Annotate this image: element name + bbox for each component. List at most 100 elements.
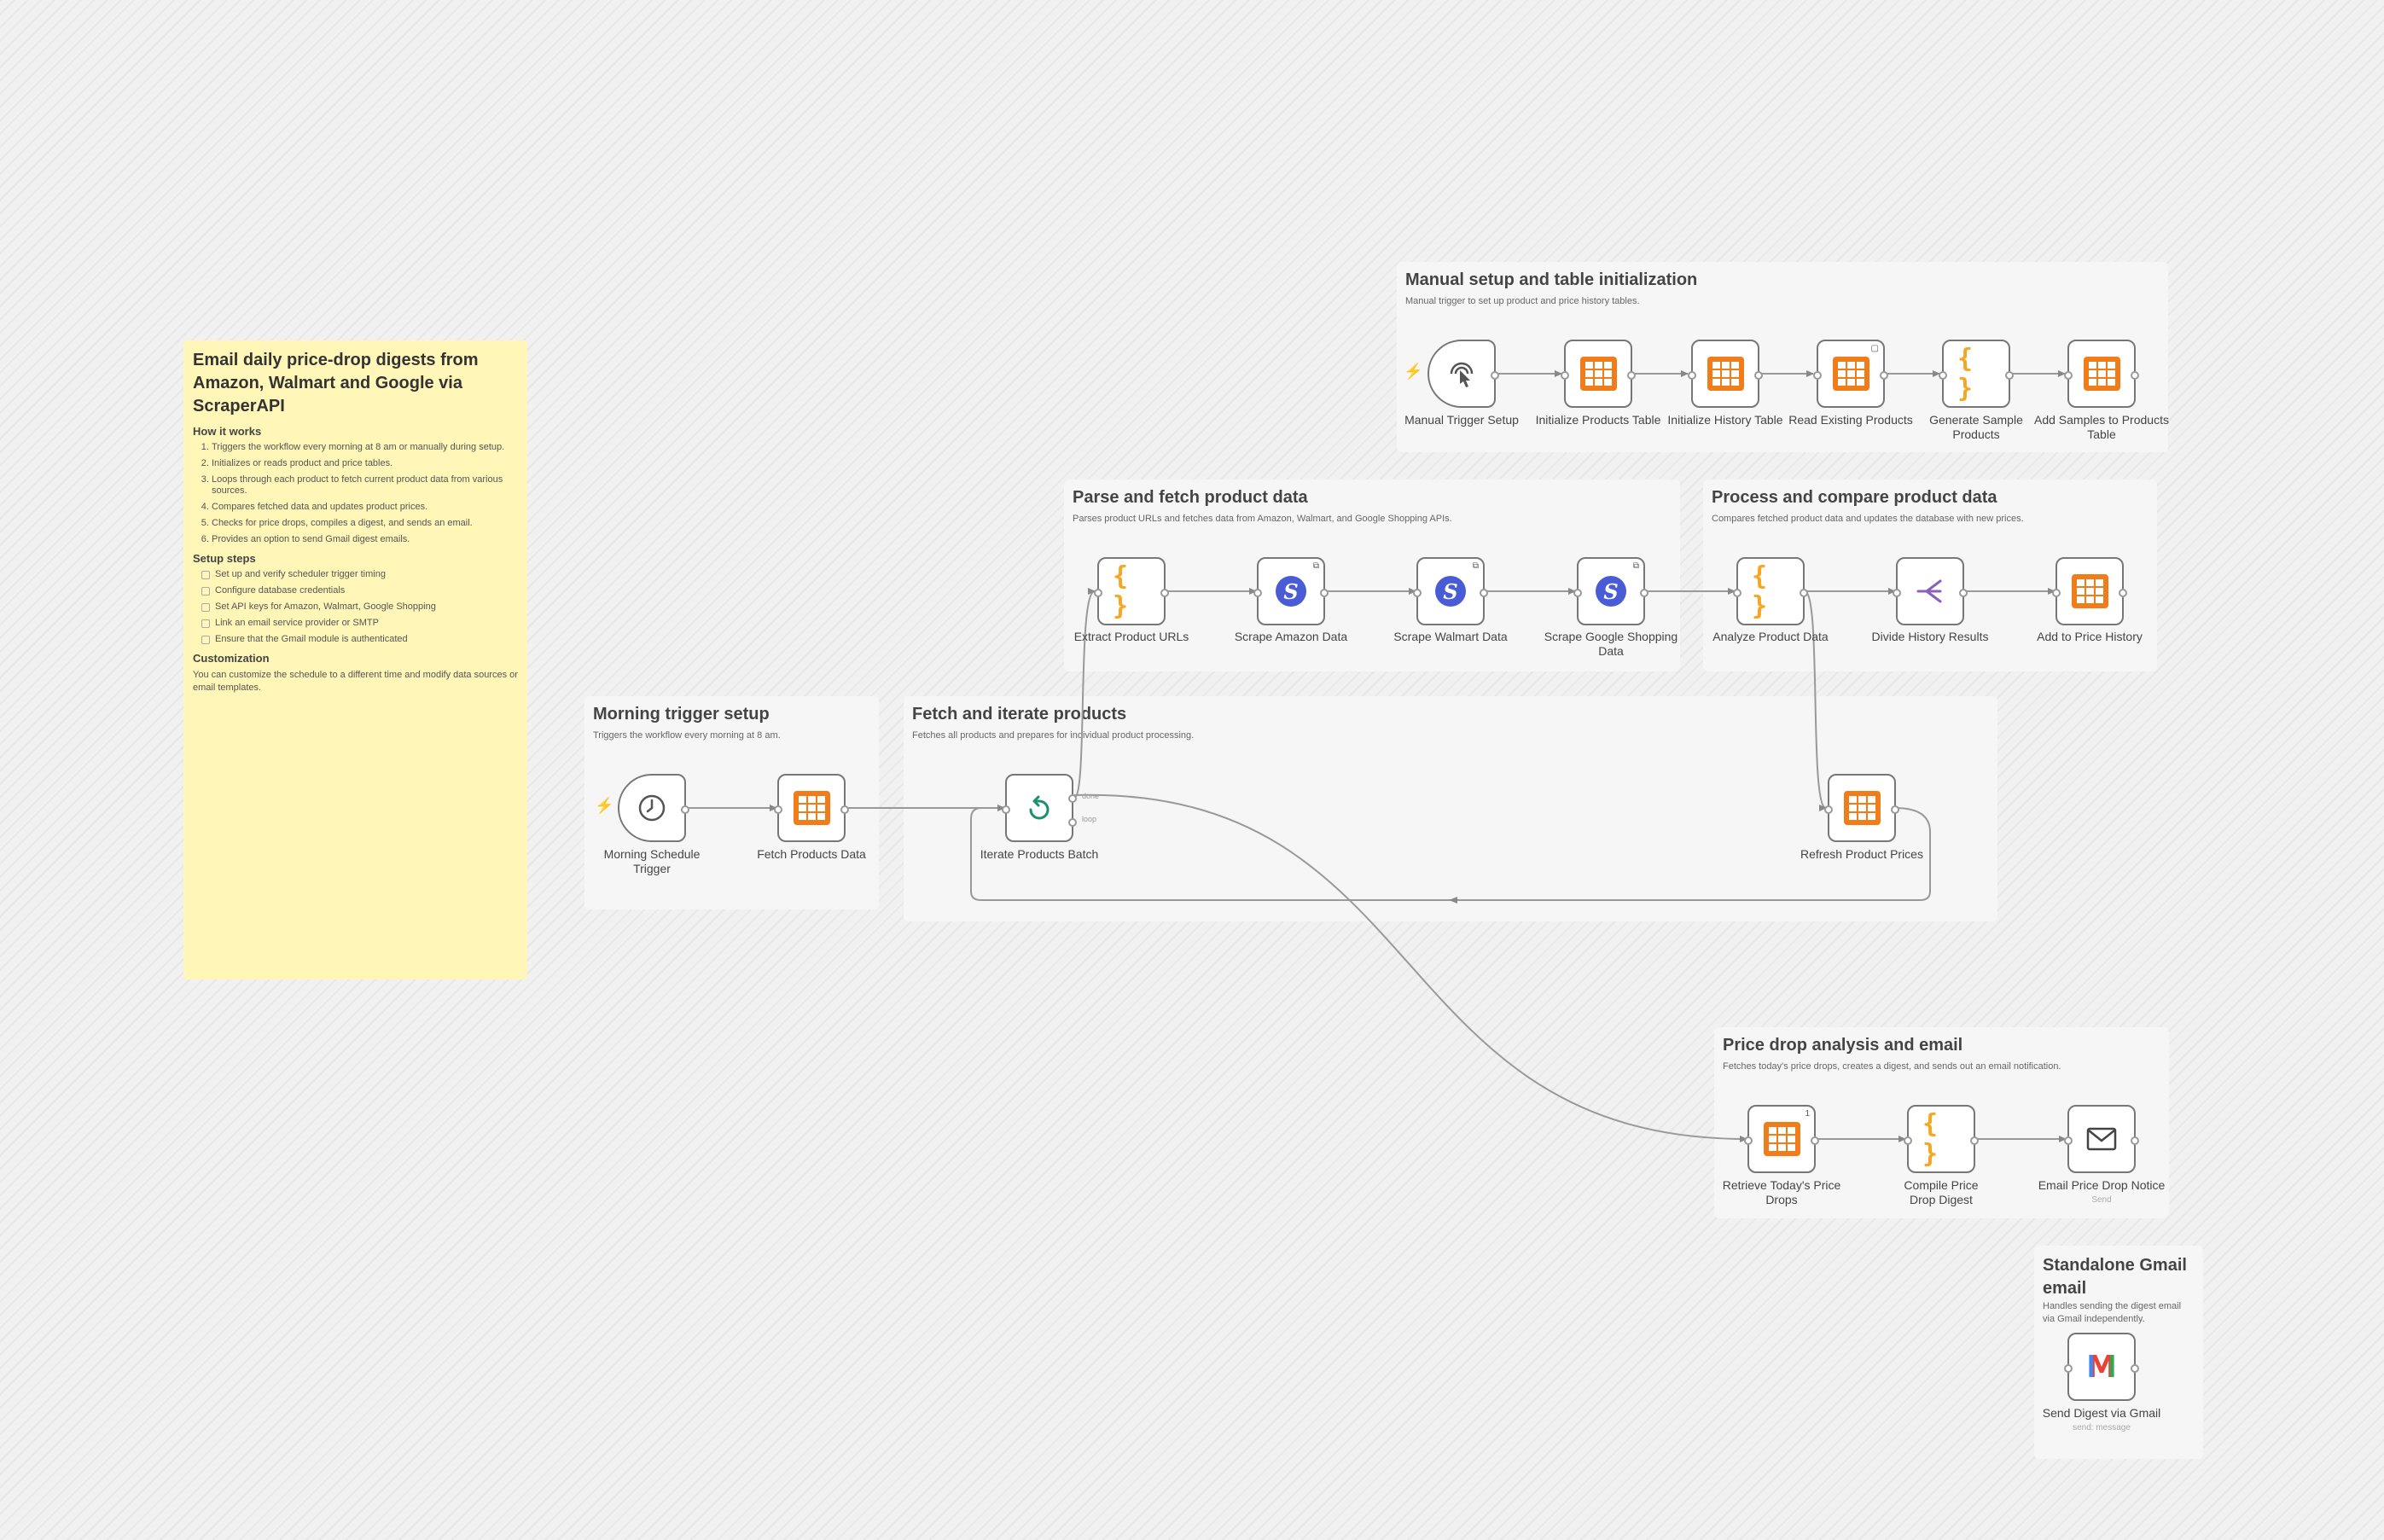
node-analyze-product-data[interactable]: { } <box>1733 557 1808 625</box>
loop-port-label: loop <box>1082 815 1097 823</box>
input-port[interactable] <box>1893 589 1901 597</box>
checklist-item[interactable]: Ensure that the Gmail module is authenti… <box>201 634 518 645</box>
code-icon: { } <box>1922 1109 1938 1169</box>
node-label: Scrape Google Shopping Data <box>1544 630 1678 658</box>
table-icon <box>1579 355 1617 392</box>
trigger-bolt-icon: ⚡ <box>1404 363 1423 380</box>
output-port[interactable] <box>1640 589 1648 597</box>
node-morning-schedule-trigger[interactable] <box>618 774 689 842</box>
list-item: Compares fetched data and updates produc… <box>212 502 518 513</box>
input-port[interactable] <box>1688 371 1696 380</box>
node-scrape-walmart-data[interactable]: S ⧉ <box>1413 557 1488 625</box>
output-port[interactable] <box>2131 371 2139 380</box>
output-port[interactable] <box>2119 589 2127 597</box>
table-icon <box>2071 572 2108 610</box>
input-port[interactable] <box>1413 589 1422 597</box>
input-port[interactable] <box>1744 1136 1753 1145</box>
output-port[interactable] <box>1491 371 1499 380</box>
node-retrieve-todays-price-drops[interactable]: 1 <box>1744 1105 1819 1173</box>
checkbox-icon[interactable] <box>201 571 210 579</box>
checkbox-icon[interactable] <box>201 619 210 628</box>
checklist-text: Link an email service provider or SMTP <box>215 618 379 628</box>
node-label: Analyze Product Data <box>1712 630 1829 643</box>
output-port[interactable] <box>1959 589 1968 597</box>
output-port[interactable] <box>1811 1136 1819 1145</box>
node-manual-trigger-setup[interactable] <box>1427 340 1499 408</box>
input-port[interactable] <box>1733 589 1741 597</box>
input-port[interactable] <box>2064 1136 2073 1145</box>
group-description: Fetches all products and prepares for in… <box>912 730 1195 741</box>
node-extract-product-urls[interactable]: { } <box>1094 557 1169 625</box>
input-port[interactable] <box>1904 1136 1912 1145</box>
output-port[interactable] <box>2131 1364 2139 1373</box>
checkbox-icon[interactable] <box>201 636 210 644</box>
node-add-samples-to-products-table[interactable] <box>2064 340 2139 408</box>
table-icon <box>1843 789 1881 827</box>
node-initialize-products-table[interactable] <box>1561 340 1636 408</box>
table-icon <box>1832 355 1869 392</box>
node-fetch-products-data[interactable] <box>774 774 849 842</box>
node-read-existing-products[interactable]: ▢ <box>1813 340 1888 408</box>
group-description: Compares fetched product data and update… <box>1712 514 2024 524</box>
workflow-canvas[interactable]: Email daily price-drop digests from Amaz… <box>0 0 2384 1540</box>
node-generate-sample-products[interactable]: { } <box>1939 340 2014 408</box>
output-port[interactable] <box>1754 371 1763 380</box>
node-compile-price-drop-digest[interactable]: { } <box>1904 1105 1979 1173</box>
group-description: Handles sending the digest email via Gma… <box>2043 1301 2182 1324</box>
input-port[interactable] <box>1561 371 1569 380</box>
input-port[interactable] <box>2052 589 2061 597</box>
node-iterate-products-batch[interactable] <box>1002 774 1077 842</box>
clock-icon <box>633 789 671 827</box>
table-icon <box>2083 355 2120 392</box>
node-divide-history-results[interactable] <box>1893 557 1968 625</box>
node-scrape-amazon-data[interactable]: S ⧉ <box>1253 557 1329 625</box>
customization-text: You can customize the schedule to a diff… <box>193 670 518 693</box>
input-port[interactable] <box>1824 805 1833 814</box>
node-label: Send Digest via Gmail <box>2042 1406 2161 1420</box>
input-port[interactable] <box>774 805 782 814</box>
output-port[interactable] <box>2131 1136 2139 1145</box>
input-port[interactable] <box>1094 589 1102 597</box>
node-label: Scrape Walmart Data <box>1393 630 1508 643</box>
sticky-note[interactable]: Email daily price-drop digests from Amaz… <box>183 340 527 979</box>
output-port[interactable] <box>1480 589 1488 597</box>
checklist-item[interactable]: Set API keys for Amazon, Walmart, Google… <box>201 601 518 613</box>
checklist-item[interactable]: Link an email service provider or SMTP <box>201 618 518 629</box>
input-port[interactable] <box>1813 371 1822 380</box>
node-scrape-google-shopping-data[interactable]: S ⧉ <box>1573 557 1648 625</box>
output-port[interactable] <box>1320 589 1329 597</box>
output-port[interactable] <box>681 805 689 814</box>
output-port[interactable] <box>1800 589 1808 597</box>
output-port[interactable] <box>2005 371 2014 380</box>
node-refresh-product-prices[interactable] <box>1824 774 1899 842</box>
node-add-to-price-history[interactable] <box>2052 557 2127 625</box>
output-port[interactable] <box>1627 371 1636 380</box>
how-it-works-list: Triggers the workflow every morning at 8… <box>193 442 518 545</box>
input-port[interactable] <box>2064 371 2073 380</box>
done-output-port[interactable] <box>1068 794 1077 803</box>
input-port[interactable] <box>2064 1364 2073 1373</box>
input-port[interactable] <box>1939 371 1947 380</box>
input-port[interactable] <box>1253 589 1262 597</box>
output-port[interactable] <box>1880 371 1888 380</box>
checklist-item[interactable]: Set up and verify scheduler trigger timi… <box>201 569 518 580</box>
node-email-price-drop-notice[interactable] <box>2064 1105 2139 1173</box>
checkbox-icon[interactable] <box>201 587 210 596</box>
node-initialize-history-table[interactable] <box>1688 340 1763 408</box>
input-port[interactable] <box>1573 589 1582 597</box>
output-port[interactable] <box>1160 589 1169 597</box>
group-description: Parses product URLs and fetches data fro… <box>1073 514 1452 524</box>
node-send-digest-via-gmail[interactable]: M <box>2064 1333 2139 1401</box>
input-port[interactable] <box>1002 805 1010 814</box>
output-port[interactable] <box>1891 805 1899 814</box>
node-label: Refresh Product Prices <box>1800 847 1923 861</box>
loop-icon <box>1020 789 1058 827</box>
node-subtitle: send: message <box>2073 1423 2131 1432</box>
output-port[interactable] <box>1970 1136 1979 1145</box>
how-it-works-heading: How it works <box>193 425 262 438</box>
loop-output-port[interactable] <box>1068 818 1077 827</box>
checkbox-icon[interactable] <box>201 603 210 612</box>
output-port[interactable] <box>840 805 849 814</box>
checklist-item[interactable]: Configure database credentials <box>201 585 518 596</box>
group-title: Morning trigger setup <box>593 705 770 724</box>
